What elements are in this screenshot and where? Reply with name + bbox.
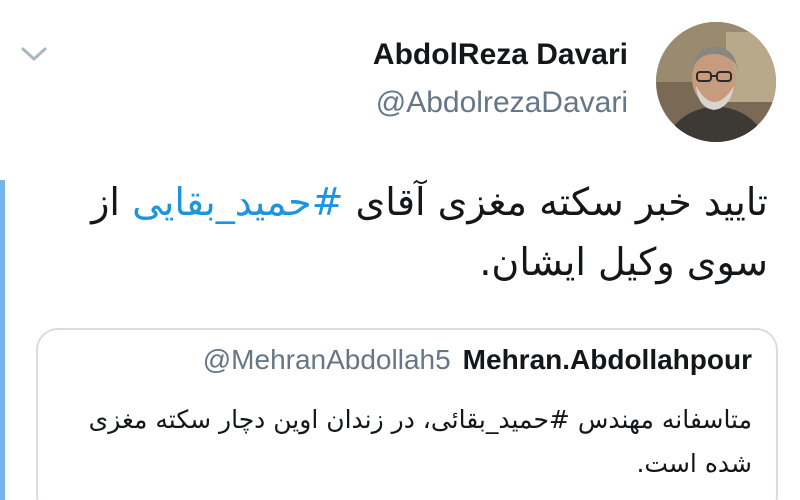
quoted-tweet-text: متاسفانه مهندس #حمید_بقائی، در زندان اوی…	[88, 405, 752, 478]
chevron-down-icon[interactable]	[18, 38, 50, 70]
avatar[interactable]	[656, 22, 776, 142]
quoted-tweet-header: Mehran.Abdollahpour @MehranAbdollah5	[203, 344, 752, 376]
tweet-text: تایید خبر سکته مغزی آقای #حمید_بقایی از …	[28, 172, 768, 292]
quoted-author-name[interactable]: Mehran.Abdollahpour	[463, 344, 752, 376]
author-display-name[interactable]: AbdolReza Davari	[373, 38, 628, 72]
quoted-tweet-card[interactable]: Mehran.Abdollahpour @MehranAbdollah5 متا…	[36, 328, 778, 500]
hashtag-link[interactable]: #حمید_بقایی	[132, 180, 343, 224]
thread-accent-bar	[0, 180, 5, 500]
author-handle[interactable]: @AbdolrezaDavari	[376, 86, 628, 120]
quoted-author-handle[interactable]: @MehranAbdollah5	[203, 344, 451, 376]
tweet-text-part: تایید خبر سکته مغزی آقای	[343, 180, 769, 224]
